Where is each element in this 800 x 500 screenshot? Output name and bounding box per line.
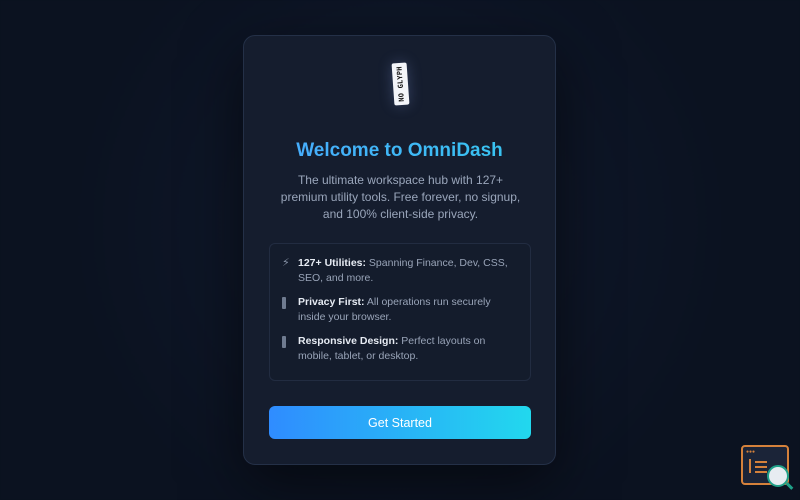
modal-title: Welcome to OmniDash (244, 140, 555, 162)
brand-logo-text: NO GLYPH (395, 66, 406, 102)
get-started-button[interactable]: Get Started (269, 406, 531, 439)
feature-item: ⚡ 127+ Utilities: Spanning Finance, Dev,… (282, 256, 518, 286)
welcome-modal: NO GLYPH Welcome to OmniDash The ultimat… (243, 35, 556, 465)
feature-title: Responsive Design: (298, 335, 399, 347)
modal-subtitle: The ultimate workspace hub with 127+ pre… (280, 173, 521, 221)
feature-item: Privacy First: All operations run secure… (282, 295, 518, 325)
window-dots-icon: ●●● (746, 449, 756, 455)
code-search-widget-button[interactable]: ●●● (741, 445, 789, 487)
feature-text: Privacy First: All operations run secure… (298, 295, 518, 325)
shield-icon (282, 295, 298, 314)
magnifier-icon (767, 465, 789, 487)
feature-item: Responsive Design: Perfect layouts on mo… (282, 334, 518, 364)
lightning-icon: ⚡ (282, 257, 290, 269)
brand-logo: NO GLYPH (391, 62, 410, 106)
feature-text: Responsive Design: Perfect layouts on mo… (298, 334, 518, 364)
device-icon (282, 334, 298, 353)
feature-title: Privacy First: (298, 296, 365, 308)
feature-title: 127+ Utilities: (298, 257, 366, 269)
feature-text: 127+ Utilities: Spanning Finance, Dev, C… (298, 256, 518, 286)
feature-list: ⚡ 127+ Utilities: Spanning Finance, Dev,… (269, 243, 531, 381)
